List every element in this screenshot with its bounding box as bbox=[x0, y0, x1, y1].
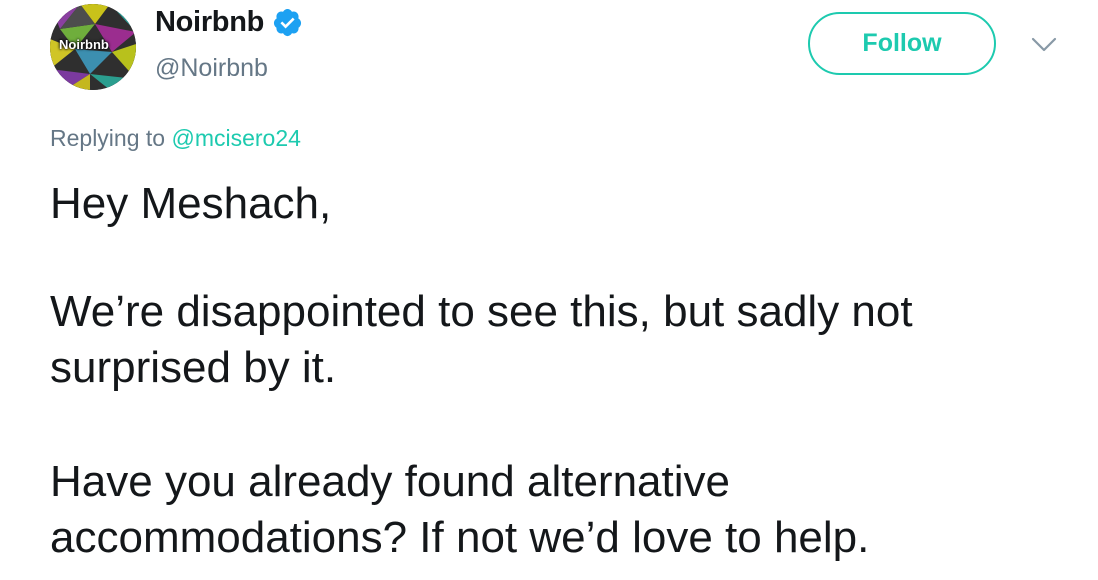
replying-to: Replying to @mcisero24 bbox=[50, 125, 301, 152]
author-name-row[interactable]: Noirbnb bbox=[155, 6, 303, 39]
author-handle[interactable]: @Noirbnb bbox=[155, 54, 268, 83]
verified-badge-icon bbox=[273, 8, 302, 37]
tweet-text-line: Have you already found alternative bbox=[50, 457, 730, 506]
author-display-name[interactable]: Noirbnb bbox=[155, 6, 264, 39]
avatar-logo-text: Noirbnb bbox=[59, 37, 109, 52]
replying-to-label: Replying to bbox=[50, 125, 172, 151]
replying-to-mention-link[interactable]: @mcisero24 bbox=[171, 125, 300, 151]
tweet-text-line: surprised by it. bbox=[50, 343, 337, 392]
chevron-down-icon[interactable] bbox=[1031, 36, 1057, 54]
avatar[interactable]: Noirbnb bbox=[50, 4, 136, 90]
tweet-text-line: Hey Meshach, bbox=[50, 179, 332, 228]
tweet-text-line: We’re disappointed to see this, but sadl… bbox=[50, 287, 913, 336]
follow-button[interactable]: Follow bbox=[808, 12, 996, 75]
tweet-text-line: accommodations? If not we’d love to help… bbox=[50, 513, 870, 562]
